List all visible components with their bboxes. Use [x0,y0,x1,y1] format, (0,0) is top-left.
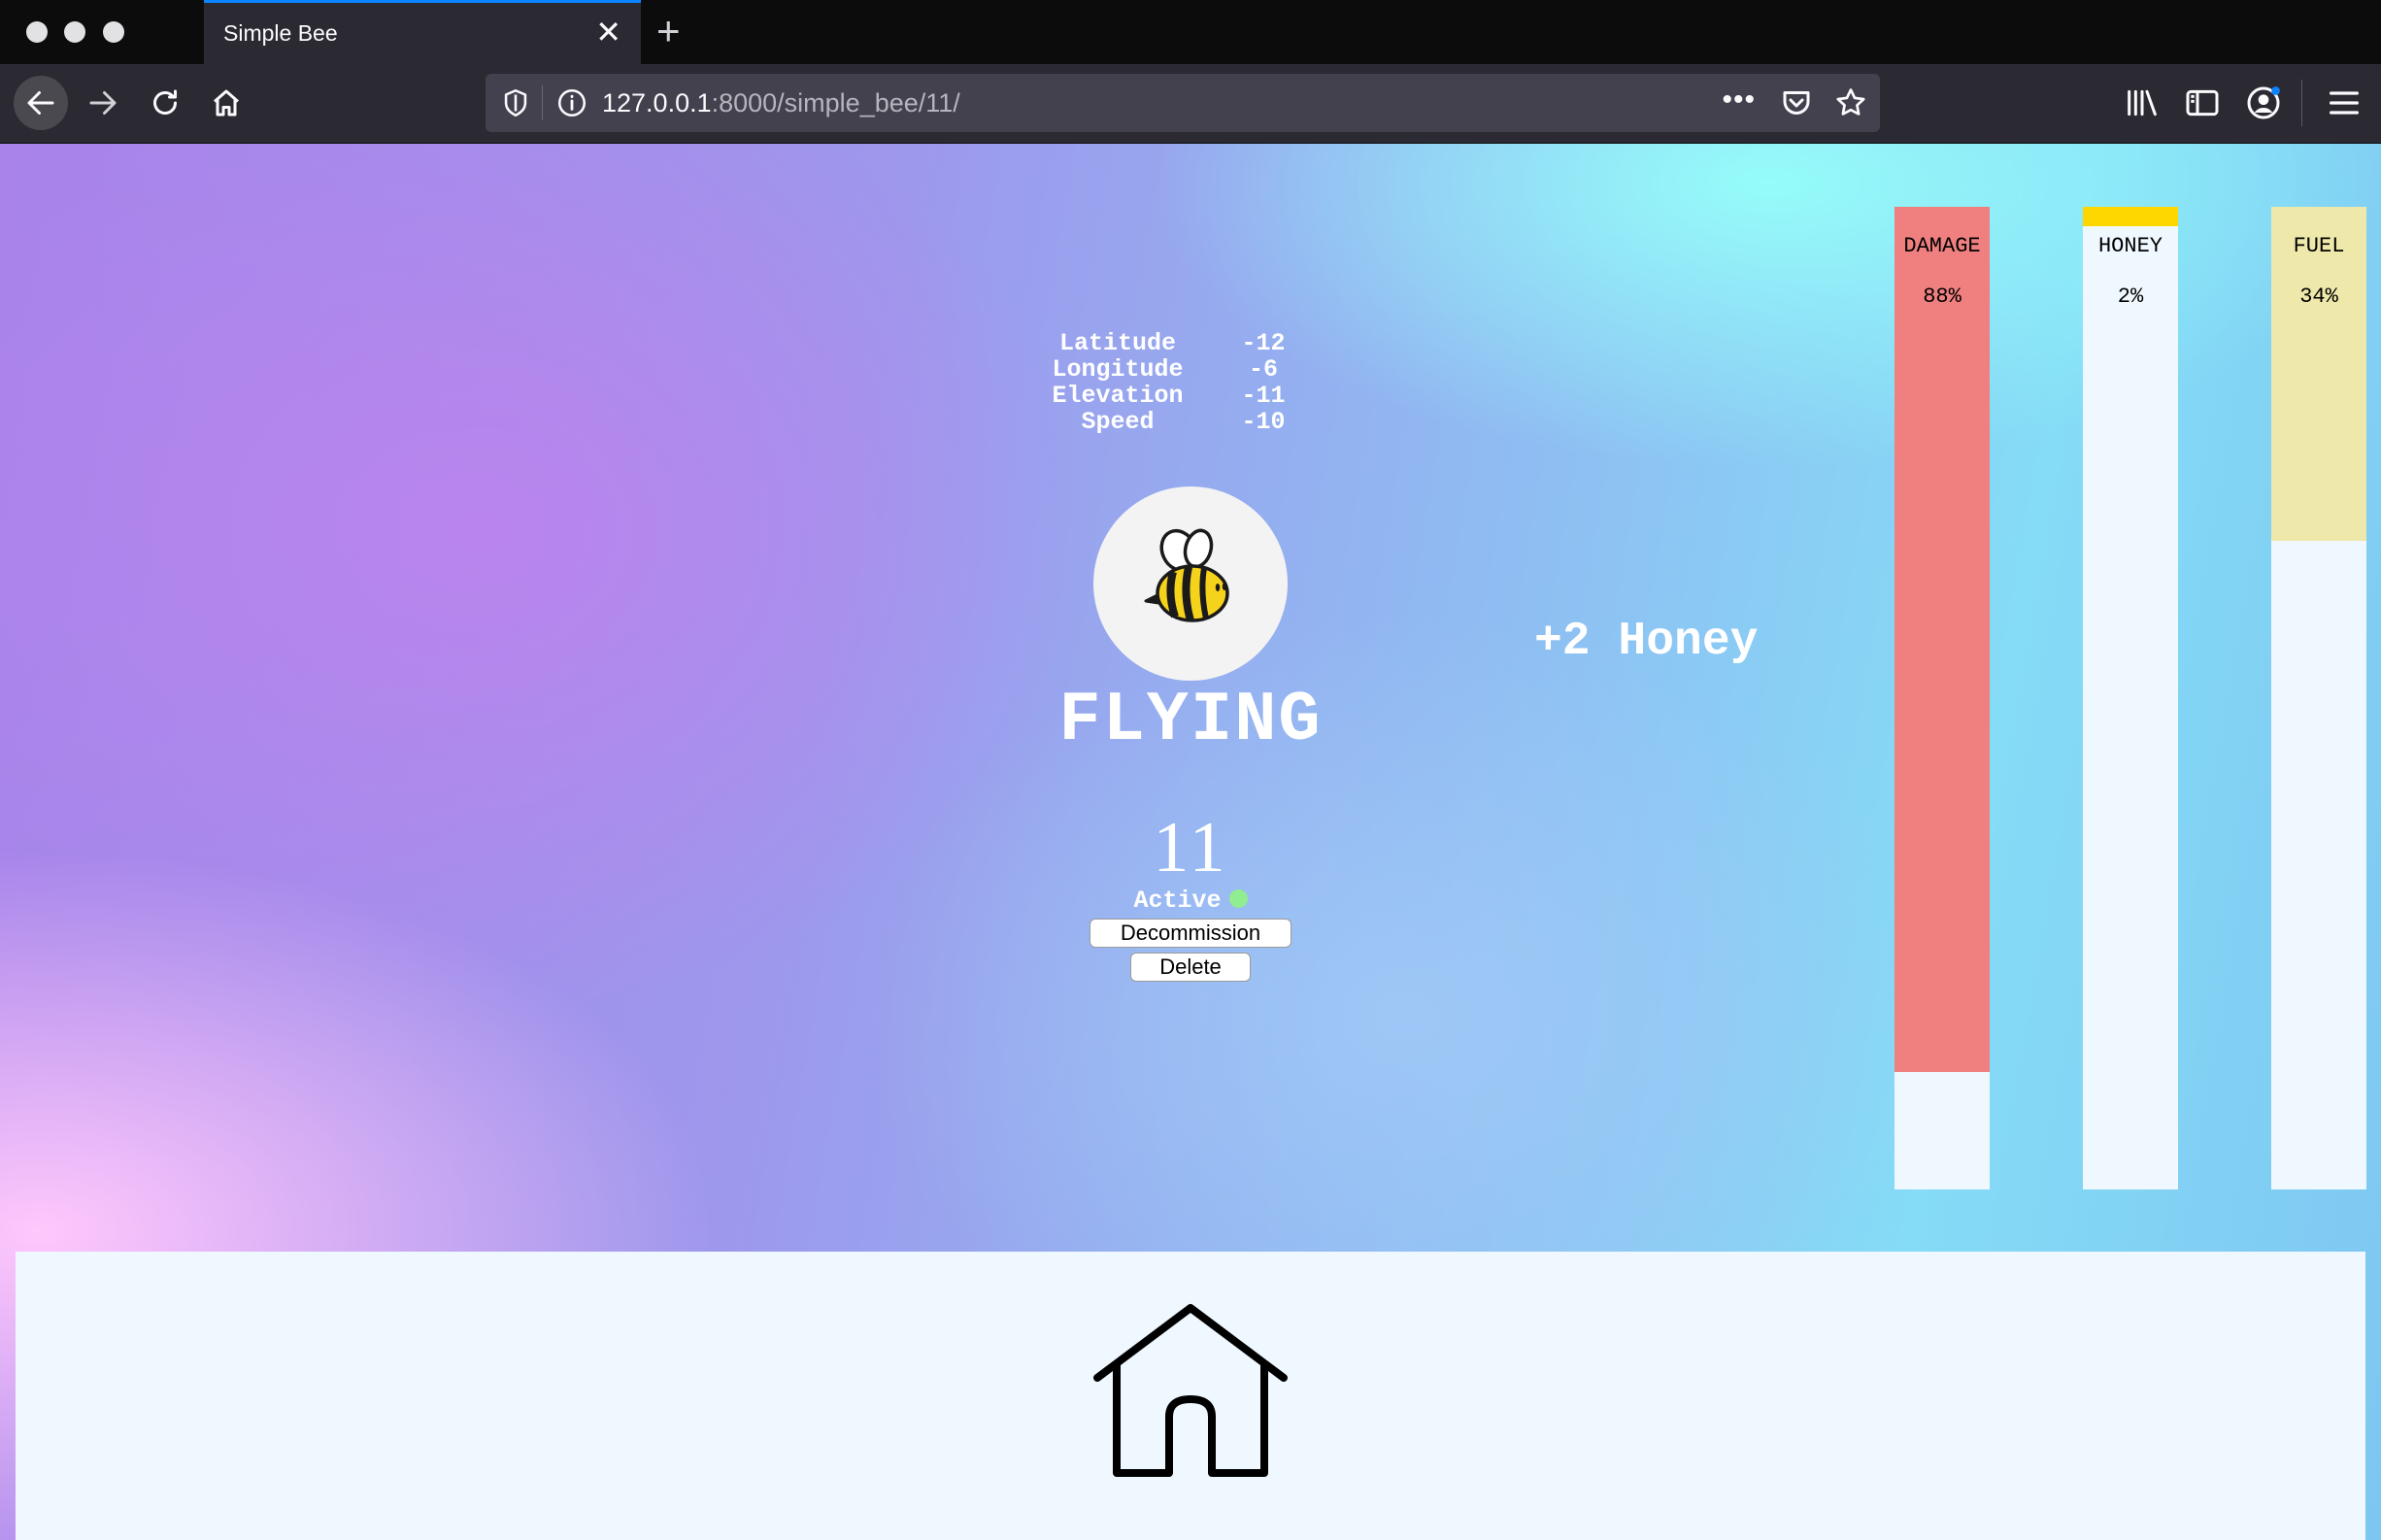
tab-close-icon[interactable]: ✕ [595,15,621,50]
bee-avatar [1093,486,1288,681]
home-button[interactable] [201,78,252,128]
telemetry-row-longitude: Longitude -6 [1035,356,1326,383]
bee-status: FLYING [1058,681,1323,760]
fuel-gauge-label: FUEL [2293,234,2345,258]
page-viewport: Latitude -12 Longitude -6 Elevation -11 … [0,144,2381,1540]
forward-button[interactable] [78,78,128,128]
honey-gain-notice: +2 Honey [1534,616,1759,668]
back-button[interactable] [14,76,68,130]
more-actions-icon[interactable]: ••• [1722,84,1756,117]
info-icon[interactable] [555,86,588,119]
telemetry-label: Speed [1081,408,1155,436]
damage-gauge-fill [1895,207,1990,1072]
telemetry-label: Longitude [1052,355,1184,384]
honey-gauge: HONEY 2% [2083,207,2178,1189]
url-text[interactable]: 127.0.0.1:8000/simple_bee/11/ [602,88,960,118]
browser-navbar: 127.0.0.1:8000/simple_bee/11/ ••• [0,64,2381,144]
window-minimize-control[interactable] [64,21,85,43]
arrow-left-icon [27,91,54,115]
telemetry-value: -6 [1248,355,1278,384]
damage-gauge: DAMAGE 88% [1895,207,1990,1189]
home-icon [214,89,239,117]
bee-icon [1144,528,1229,622]
url-path: :8000/simple_bee/11/ [711,88,960,117]
honey-gauge-value: 2% [2117,285,2144,309]
decommission-button[interactable]: Decommission [1090,919,1291,948]
browser-titlebar: Simple Bee ✕ + [0,0,2381,64]
honey-gauge-fill [2083,207,2178,227]
fuel-gauge-value: 34% [2299,285,2338,309]
telemetry-row-latitude: Latitude -12 [1035,330,1326,356]
library-icon[interactable] [2123,84,2162,122]
telemetry-row-speed: Speed -10 [1035,409,1326,435]
new-tab-icon[interactable]: + [656,10,681,52]
account-icon[interactable] [2244,84,2283,122]
reload-button[interactable] [140,78,190,128]
telemetry-value: -12 [1241,329,1286,357]
telemetry-label: Latitude [1058,329,1177,357]
status-dot-icon [1228,889,1248,908]
damage-gauge-label: DAMAGE [1903,234,1981,258]
arrow-right-icon [89,91,117,115]
hamburger-menu-icon[interactable] [2325,84,2364,122]
bee-state-label: Active [1133,887,1222,915]
url-separator [542,85,543,120]
fuel-gauge: FUEL 34% [2271,207,2366,1189]
star-icon[interactable] [1833,85,1868,120]
telemetry-row-elevation: Elevation -11 [1035,383,1326,409]
tab-title: Simple Bee [223,20,338,46]
footer-panel [16,1252,2365,1540]
damage-gauge-value: 88% [1923,285,1962,309]
telemetry-panel: Latitude -12 Longitude -6 Elevation -11 … [1035,330,1326,435]
window-maximize-control[interactable] [103,21,124,43]
sidebar-icon[interactable] [2183,84,2222,122]
bee-id: 11 [1153,808,1228,887]
toolbar-divider [2301,80,2302,126]
shield-icon[interactable] [499,86,532,119]
url-host: 127.0.0.1 [602,88,712,117]
bee-state: Active [1045,887,1336,915]
window-close-control[interactable] [26,21,48,43]
pocket-icon[interactable] [1779,85,1814,120]
honey-gauge-label: HONEY [2097,234,2163,258]
delete-button[interactable]: Delete [1130,953,1251,982]
telemetry-value: -10 [1241,408,1286,436]
reload-icon [153,89,177,115]
telemetry-label: Elevation [1052,382,1184,410]
browser-tab-active[interactable]: Simple Bee ✕ [204,0,641,64]
url-bar[interactable]: 127.0.0.1:8000/simple_bee/11/ ••• [486,74,1880,132]
telemetry-value: -11 [1241,382,1286,410]
home-icon[interactable] [1091,1302,1290,1481]
